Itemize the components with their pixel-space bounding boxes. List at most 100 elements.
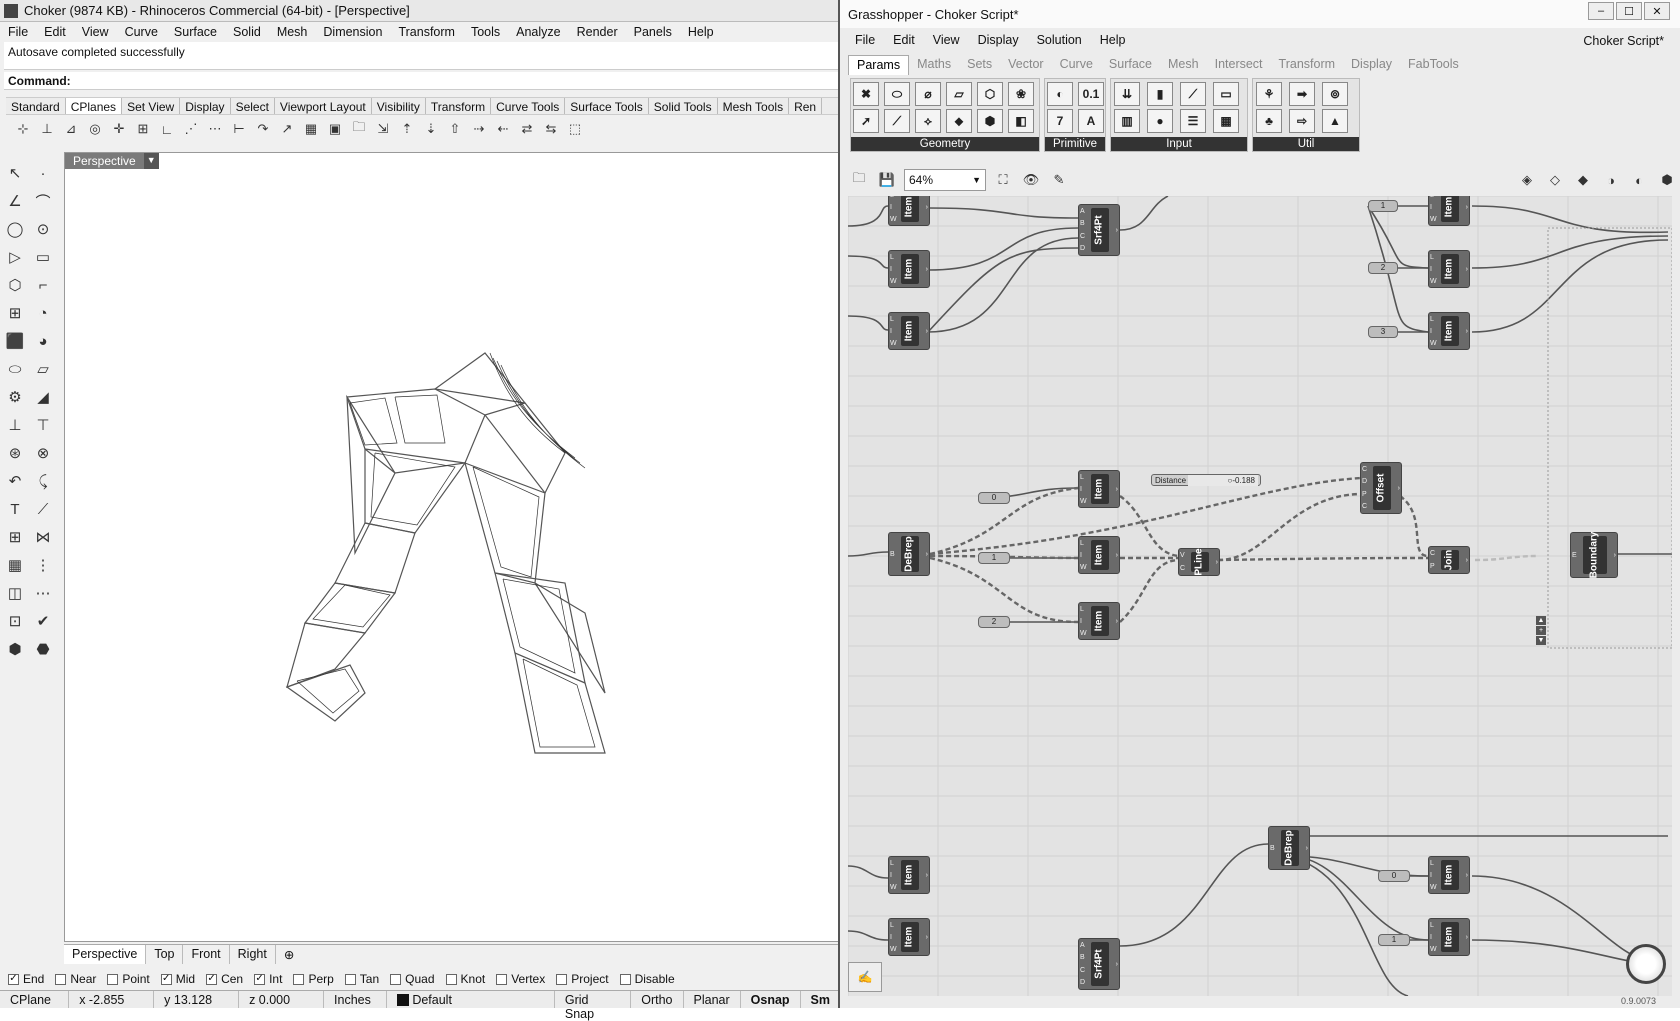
- input-port[interactable]: L: [890, 860, 897, 867]
- zui-up-icon[interactable]: ▲: [1536, 616, 1546, 625]
- left-tool-23-icon[interactable]: ↶: [2, 468, 28, 494]
- output-port[interactable]: ›: [1466, 557, 1468, 564]
- input-port[interactable]: C: [1180, 565, 1185, 572]
- input-port[interactable]: L: [1430, 196, 1437, 199]
- gh-menu-view[interactable]: View: [924, 33, 969, 51]
- menu-panels[interactable]: Panels: [626, 25, 680, 39]
- output-port[interactable]: ›: [926, 328, 928, 335]
- output-port[interactable]: ›: [926, 934, 928, 941]
- left-tool-25-icon[interactable]: T: [2, 496, 28, 522]
- integer-param-icon[interactable]: 7: [1047, 109, 1073, 133]
- cplane-tool-19-icon[interactable]: ⇧: [444, 118, 466, 140]
- input-port[interactable]: I: [1430, 934, 1437, 941]
- gh-component-item[interactable]: LIW›Item: [1428, 312, 1470, 350]
- menu-mesh[interactable]: Mesh: [269, 25, 316, 39]
- preview-mode-icon[interactable]: ◈: [1516, 169, 1538, 191]
- osnap-quad-checkbox[interactable]: [390, 973, 402, 985]
- zui-down-icon[interactable]: ▼: [1536, 636, 1546, 645]
- osnap-cen[interactable]: ✓ Cen: [206, 972, 243, 986]
- gh-component-srf4pt[interactable]: A B C D › Srf4Pt: [1078, 938, 1120, 990]
- cplane-tool-22-icon[interactable]: ⇄: [516, 118, 538, 140]
- osnap-knot-checkbox[interactable]: [445, 973, 457, 985]
- osnap-mid-checkbox[interactable]: ✓: [160, 973, 172, 985]
- gh-component-offset[interactable]: C D P C › Offset: [1360, 462, 1402, 514]
- input-port[interactable]: L: [1080, 474, 1087, 481]
- input-port[interactable]: W: [1430, 946, 1437, 953]
- cplane-tool-14-icon[interactable]: ▣: [324, 118, 346, 140]
- menu-help[interactable]: Help: [680, 25, 722, 39]
- geometry-param-9-icon[interactable]: ⟡: [915, 109, 941, 133]
- cplane-tool-3-icon[interactable]: ⊿: [60, 118, 82, 140]
- viewport-tab-right[interactable]: Right: [230, 945, 276, 964]
- gh-tab-sets[interactable]: Sets: [959, 55, 1000, 75]
- toolbar-tab-select[interactable]: Select: [231, 98, 275, 114]
- input-port[interactable]: I: [890, 872, 897, 879]
- osnap-disable[interactable]: Disable: [619, 972, 675, 986]
- save-file-icon[interactable]: 💾: [876, 169, 898, 191]
- toolbar-tab-solid-tools[interactable]: Solid Tools: [649, 98, 718, 114]
- toolbar-tab-set-view[interactable]: Set View: [122, 98, 181, 114]
- osnap-knot[interactable]: Knot: [445, 972, 485, 986]
- toolbar-tab-cplanes[interactable]: CPlanes: [65, 98, 123, 114]
- menu-view[interactable]: View: [74, 25, 117, 39]
- gh-tab-curve[interactable]: Curve: [1052, 55, 1101, 75]
- input-port[interactable]: L: [890, 254, 897, 261]
- selected-preview-icon[interactable]: ◑: [1600, 169, 1622, 191]
- cplane-tool-16-icon[interactable]: ⇲: [372, 118, 394, 140]
- gh-tab-mesh[interactable]: Mesh: [1160, 55, 1207, 75]
- osnap-vertex[interactable]: Vertex: [496, 972, 545, 986]
- input-port[interactable]: W: [1430, 340, 1437, 347]
- osnap-cen-checkbox[interactable]: ✓: [206, 973, 218, 985]
- output-port[interactable]: ›: [1116, 618, 1118, 625]
- sketch-icon[interactable]: ✎: [1048, 169, 1070, 191]
- gh-tab-maths[interactable]: Maths: [909, 55, 959, 75]
- left-tool-31-icon[interactable]: ◫: [2, 580, 28, 606]
- gh-component-debrep[interactable]: B › DeBrep: [1268, 826, 1310, 870]
- toolbar-tab-mesh-tools[interactable]: Mesh Tools: [718, 98, 790, 114]
- cplane-tool-18-icon[interactable]: ⇣: [420, 118, 442, 140]
- input-port[interactable]: I: [890, 934, 897, 941]
- sketch-tool-icon[interactable]: ✍: [848, 962, 882, 992]
- gh-menu-file[interactable]: File: [846, 33, 884, 51]
- boolean-param-icon[interactable]: ◐: [1047, 82, 1073, 106]
- gh-tab-transform[interactable]: Transform: [1271, 55, 1344, 75]
- slider-track[interactable]: ○-0.188: [1188, 475, 1258, 486]
- zoom-dropdown[interactable]: 64% ▼: [904, 169, 986, 191]
- input-port[interactable]: L: [890, 922, 897, 929]
- menu-dimension[interactable]: Dimension: [315, 25, 390, 39]
- menu-transform[interactable]: Transform: [390, 25, 463, 39]
- gh-component-item[interactable]: LIW›Item: [888, 856, 930, 894]
- gh-component-join[interactable]: C P › Join: [1428, 546, 1470, 574]
- status-cplane[interactable]: CPlane: [0, 991, 70, 1008]
- input-port[interactable]: I: [1080, 552, 1087, 559]
- left-tool-9-icon[interactable]: ⬡: [2, 272, 28, 298]
- input-port[interactable]: L: [1430, 860, 1437, 867]
- left-tool-19-icon[interactable]: ⊥: [2, 412, 28, 438]
- toolbar-tab-viewport-layout[interactable]: Viewport Layout: [275, 98, 372, 114]
- gh-component-item[interactable]: LIW›Item: [888, 312, 930, 350]
- left-tool-5-icon[interactable]: ◯: [2, 216, 28, 242]
- cplane-tool-9-icon[interactable]: ⋯: [204, 118, 226, 140]
- gh-document-name[interactable]: Choker Script*: [1583, 34, 1664, 48]
- output-port[interactable]: ›: [1466, 328, 1468, 335]
- zoom-extents-icon[interactable]: ⛶: [992, 169, 1014, 191]
- input-port[interactable]: W: [1430, 216, 1437, 223]
- geometry-param-5-icon[interactable]: ⬡: [977, 82, 1003, 106]
- gh-component-item[interactable]: LIW›Item: [1428, 196, 1470, 226]
- gh-component-item[interactable]: LIW›Item: [1078, 536, 1120, 574]
- left-tool-27-icon[interactable]: ⊞: [2, 524, 28, 550]
- toolbar-tab-ren[interactable]: Ren: [789, 98, 823, 114]
- left-tool-35-icon[interactable]: ⬢: [2, 636, 28, 662]
- shaded-preview-icon[interactable]: ◆: [1572, 169, 1594, 191]
- left-tool-8-icon[interactable]: ▭: [30, 244, 56, 270]
- menu-edit[interactable]: Edit: [36, 25, 74, 39]
- left-tool-32-icon[interactable]: ⋯: [30, 580, 56, 606]
- input-port[interactable]: B: [1270, 845, 1275, 852]
- toolbar-tab-visibility[interactable]: Visibility: [372, 98, 426, 114]
- number-panel[interactable]: 1: [1368, 200, 1398, 212]
- left-tool-29-icon[interactable]: ▦: [2, 552, 28, 578]
- input-port[interactable]: W: [1430, 278, 1437, 285]
- util-param-4-icon[interactable]: ♣: [1256, 109, 1282, 133]
- osnap-point[interactable]: Point: [107, 972, 150, 986]
- cplane-tool-10-icon[interactable]: ⊢: [228, 118, 250, 140]
